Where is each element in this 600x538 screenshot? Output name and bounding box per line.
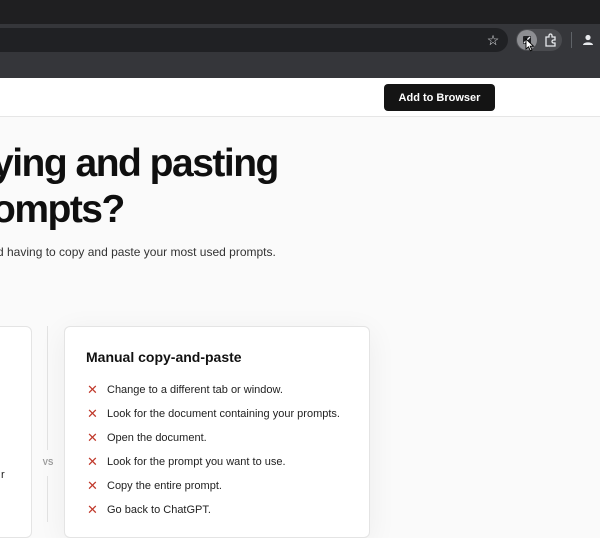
list-item: ✕ Copy the entire prompt. [87,474,340,498]
card-title: Manual copy-and-paste [86,349,242,365]
comparison-card-left: r [0,326,32,538]
address-bar[interactable] [0,28,508,52]
hero-subtitle: d having to copy and paste your most use… [0,245,276,259]
step-text: Change to a different tab or window. [107,384,283,396]
toolbar-divider [571,32,572,48]
list-item: ✕ Look for the prompt you want to use. [87,450,340,474]
vs-divider-bottom [47,476,48,522]
site-header: Add to Browser [0,78,600,117]
cross-icon: ✕ [87,502,98,517]
cross-icon: ✕ [87,478,98,493]
hero-title: ying and pasting ompts? [0,141,592,233]
list-item: ✕ Look for the document containing your p… [87,402,340,426]
list-item: ✕ Change to a different tab or window. [87,378,340,402]
step-text: Open the document. [107,432,207,444]
cross-icon: ✕ [87,430,98,445]
step-text: Look for the prompt you want to use. [107,456,286,468]
step-text: Look for the document containing your pr… [107,408,340,420]
add-to-browser-button[interactable]: Add to Browser [384,84,495,111]
hero-title-line-2: ompts? [0,188,125,231]
browser-tab-strip [0,0,600,24]
hero-title-line-1: ying and pasting [0,142,279,185]
step-text: Go back to ChatGPT. [107,504,211,516]
list-item: ✕ Open the document. [87,426,340,450]
vs-label: VS [42,458,54,467]
cross-icon: ✕ [87,406,98,421]
cross-icon: ✕ [87,382,98,397]
list-item: ✕ Go back to ChatGPT. [87,498,340,522]
step-text: Copy the entire prompt. [107,480,222,492]
left-card-text-fragment: r [1,469,5,481]
cross-icon: ✕ [87,454,98,469]
steps-list: ✕ Change to a different tab or window. ✕ L… [87,378,340,522]
manual-copy-paste-card: Manual copy-and-paste ✕ Change to a diffe… [64,326,370,538]
mouse-cursor-icon [525,37,535,52]
profile-icon[interactable] [580,31,596,49]
bookmarks-bar [0,56,600,78]
extensions-puzzle-icon[interactable] [543,31,559,49]
star-icon[interactable]: ☆ [485,31,501,49]
vs-divider-top [47,326,48,450]
